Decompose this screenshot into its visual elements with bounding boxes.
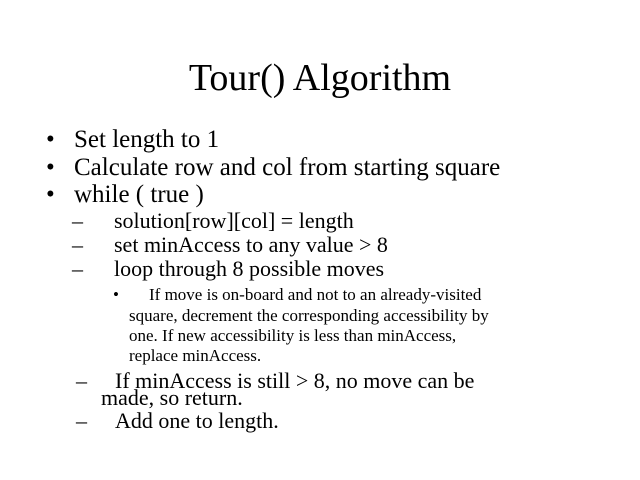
sub-sub-bullet-line-3: one. If new accessibility is less than m… xyxy=(129,326,457,345)
sub-bullet-3-marker: – xyxy=(72,256,83,281)
sub-bullet-1-text: solution[row][col] = length xyxy=(114,208,354,233)
slide: Tour() Algorithm • Set length to 1 • Cal… xyxy=(0,0,640,480)
sub-bullet-4-marker: – xyxy=(76,368,87,393)
sub-bullet-1-marker: – xyxy=(72,208,83,233)
slide-title: Tour() Algorithm xyxy=(188,57,452,99)
sub-bullet-2-text: set minAccess to any value > 8 xyxy=(114,232,388,257)
sub-bullet-5-text: Add one to length. xyxy=(115,408,279,433)
sub-sub-bullet-line-1: If move is on-board and not to an alread… xyxy=(149,285,482,304)
bullet-3-marker: • xyxy=(46,181,55,208)
sub-bullet-2-marker: – xyxy=(72,232,83,257)
sub-sub-bullet-line-2: square, decrement the corresponding acce… xyxy=(129,306,489,325)
bullet-2-marker: • xyxy=(46,154,55,181)
sub-bullet-4-line-2: made, so return. xyxy=(101,385,243,410)
sub-sub-bullet-marker: • xyxy=(113,285,119,304)
sub-bullet-3-text: loop through 8 possible moves xyxy=(114,256,385,281)
sub-bullet-5-marker: – xyxy=(76,408,87,433)
sub-sub-bullet-line-4: replace minAccess. xyxy=(129,346,262,365)
bullet-1-text: Set length to 1 xyxy=(74,126,220,153)
bullet-2-text: Calculate row and col from starting squa… xyxy=(74,154,501,181)
bullet-1-marker: • xyxy=(46,126,55,153)
bullet-3-text: while ( true ) xyxy=(74,181,204,208)
